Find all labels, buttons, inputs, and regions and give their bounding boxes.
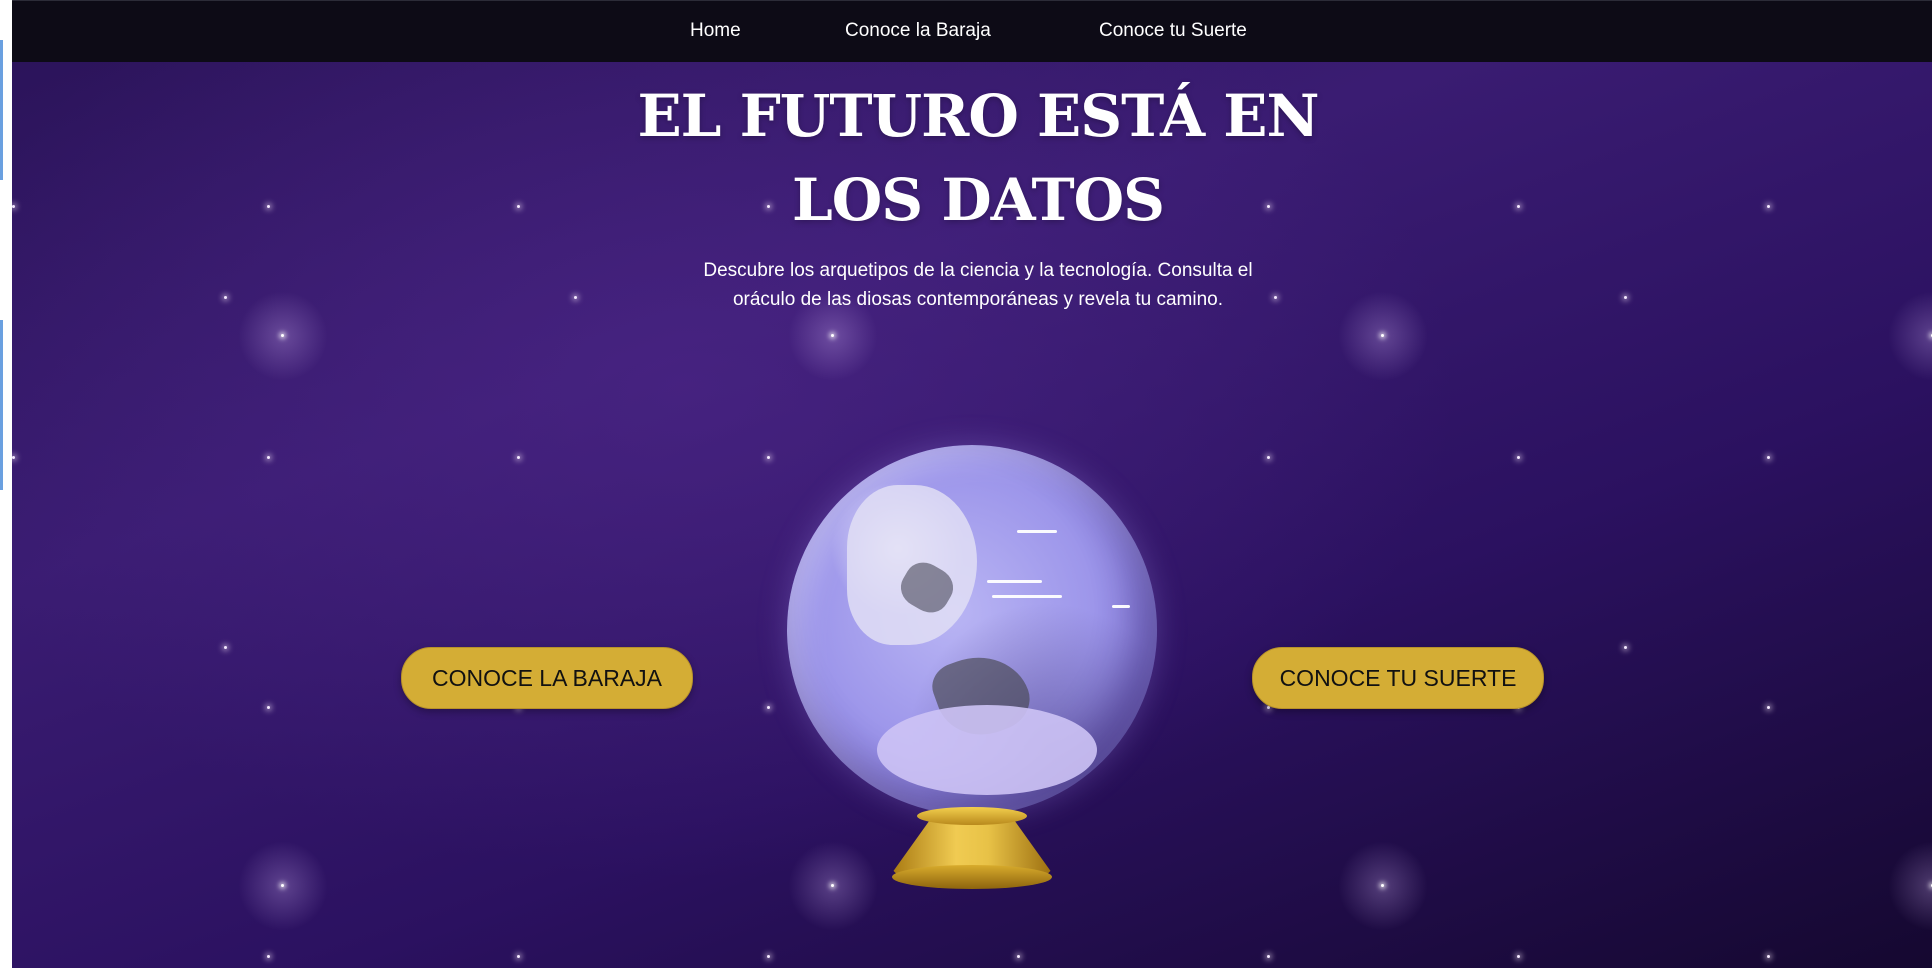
conoce-tu-suerte-button[interactable]: CONOCE TU SUERTE bbox=[1252, 647, 1544, 709]
crystal-ball-sphere bbox=[787, 445, 1157, 815]
star bbox=[767, 456, 770, 459]
star bbox=[1767, 456, 1770, 459]
star bbox=[1767, 706, 1770, 709]
star bbox=[12, 456, 15, 459]
star bbox=[1624, 646, 1627, 649]
orb-highlight bbox=[1112, 605, 1130, 608]
conoce-la-baraja-button[interactable]: CONOCE LA BARAJA bbox=[401, 647, 693, 709]
hero-title-line-1: EL FUTURO ESTÁ EN bbox=[637, 82, 1319, 150]
star bbox=[12, 205, 15, 208]
star bbox=[1517, 955, 1520, 958]
star bbox=[1517, 456, 1520, 459]
star bbox=[267, 456, 270, 459]
star bbox=[267, 205, 270, 208]
glow-orb bbox=[1338, 291, 1428, 381]
star bbox=[1267, 955, 1270, 958]
edge-marker bbox=[0, 320, 3, 490]
orb-highlight bbox=[1017, 530, 1057, 533]
glow-orb bbox=[1338, 841, 1428, 931]
star bbox=[517, 955, 520, 958]
hero-subtitle-line-2: oráculo de las diosas contemporáneas y r… bbox=[732, 289, 1224, 310]
crystal-ball-icon[interactable] bbox=[782, 445, 1162, 895]
crystal-ball-stand-base bbox=[892, 865, 1052, 889]
star bbox=[224, 646, 227, 649]
star bbox=[1017, 955, 1020, 958]
glow-orb bbox=[1888, 841, 1932, 931]
nav-home-link[interactable]: Home bbox=[690, 20, 741, 42]
star bbox=[517, 456, 520, 459]
star bbox=[574, 296, 577, 299]
glow-orb bbox=[1888, 291, 1932, 381]
star bbox=[767, 706, 770, 709]
star bbox=[767, 955, 770, 958]
orb-highlight bbox=[992, 595, 1062, 598]
star bbox=[224, 296, 227, 299]
hero-title-line-2: LOS DATOS bbox=[791, 166, 1165, 234]
star bbox=[1767, 205, 1770, 208]
star bbox=[1517, 205, 1520, 208]
hero-title: EL FUTURO ESTÁ EN LOS DATOS bbox=[572, 74, 1384, 242]
orb-reflection bbox=[877, 705, 1097, 795]
star bbox=[1267, 456, 1270, 459]
edge-marker bbox=[0, 40, 3, 180]
star bbox=[1767, 955, 1770, 958]
star bbox=[267, 706, 270, 709]
star bbox=[267, 955, 270, 958]
nav-baraja-link[interactable]: Conoce la Baraja bbox=[845, 20, 991, 42]
glow-orb bbox=[238, 841, 328, 931]
glow-orb bbox=[238, 291, 328, 381]
star bbox=[517, 205, 520, 208]
top-navbar: Home Conoce la Baraja Conoce tu Suerte bbox=[12, 0, 1932, 62]
crystal-ball-stand-rim bbox=[917, 807, 1027, 825]
nav-suerte-link[interactable]: Conoce tu Suerte bbox=[1099, 20, 1247, 42]
star bbox=[1624, 296, 1627, 299]
orb-highlight bbox=[987, 580, 1042, 583]
page-viewport: Home Conoce la Baraja Conoce tu Suerte E… bbox=[12, 0, 1932, 968]
hero-subtitle-line-1: Descubre los arquetipos de la ciencia y … bbox=[703, 260, 1253, 281]
hero-subtitle: Descubre los arquetipos de la ciencia y … bbox=[672, 256, 1284, 314]
